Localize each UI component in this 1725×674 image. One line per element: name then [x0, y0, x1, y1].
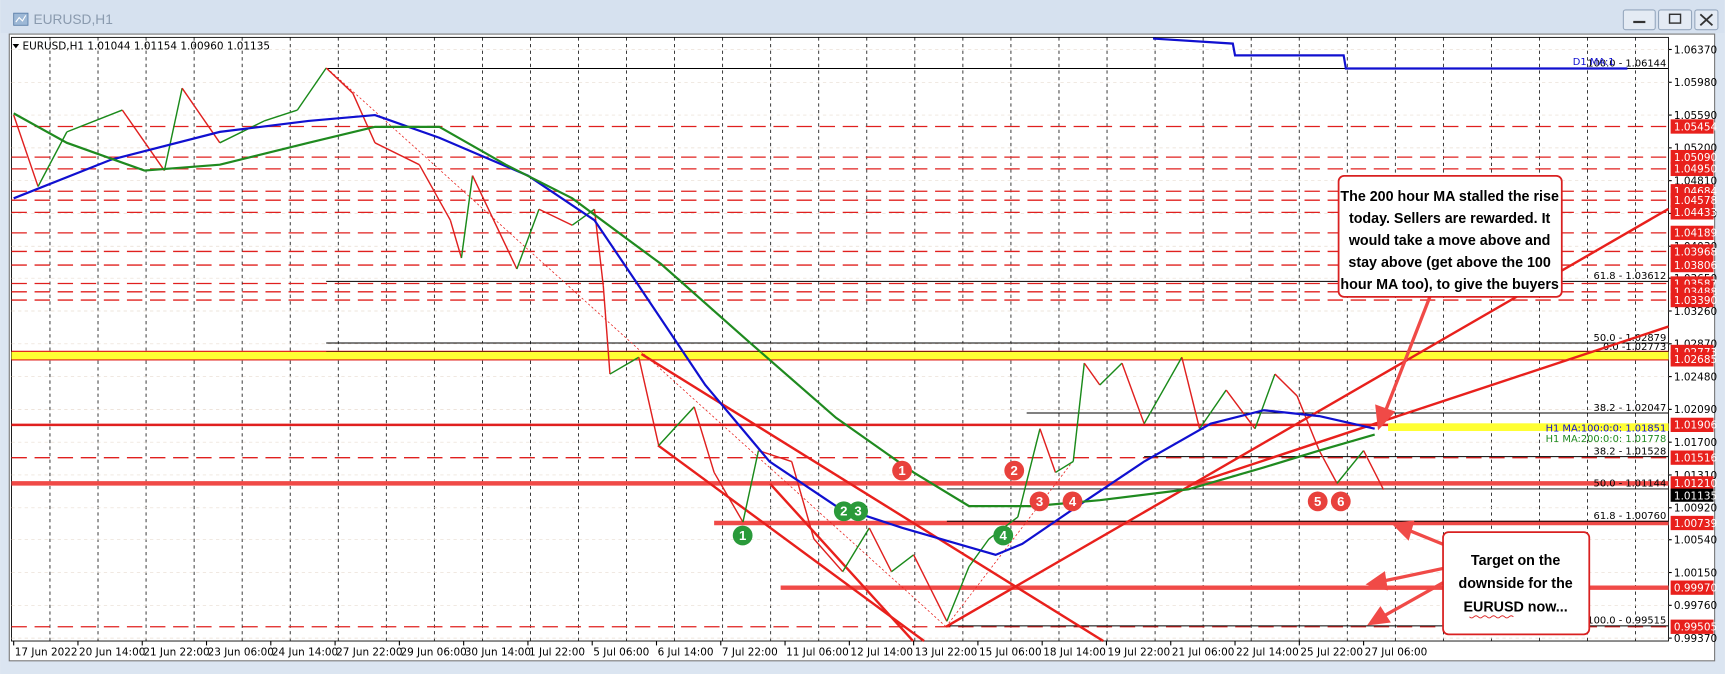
- y-tick-label: 0.99370: [1674, 633, 1717, 645]
- marker-red-3: 3: [1029, 491, 1050, 512]
- level-price-label: 1.03390: [1674, 295, 1717, 307]
- h1-ma100-label: H1 MA:100:0:0: 1.01851: [1546, 424, 1667, 435]
- y-tick-label: 1.02480: [1674, 371, 1717, 383]
- x-tick-label: 24 Jun 14:00: [272, 646, 338, 658]
- level-price-label: 1.04433: [1674, 207, 1717, 219]
- level-price-label: 1.04189: [1674, 228, 1717, 240]
- y-tick-label: 1.05980: [1674, 77, 1717, 89]
- target-note: Target on the downside for the EURUSD now.…: [1442, 531, 1591, 636]
- x-tick-label: 11 Jul 06:00: [786, 646, 849, 658]
- x-tick-label: 27 Jul 06:00: [1365, 646, 1428, 658]
- level-price-label: 0.99505: [1674, 622, 1717, 634]
- title-bar[interactable]: [0, 0, 1725, 33]
- y-tick-label: 1.00920: [1674, 503, 1717, 515]
- x-tick-label: 30 Jun 14:00: [465, 646, 531, 658]
- x-tick-label: 15 Jul 06:00: [979, 646, 1042, 658]
- svg-text:5: 5: [1314, 494, 1321, 509]
- marker-red-2: 2: [1004, 460, 1025, 481]
- y-tick-label: 1.03260: [1674, 306, 1717, 318]
- y-tick-label: 1.01700: [1674, 437, 1717, 449]
- marker-red-5: 5: [1307, 491, 1328, 512]
- x-tick-label: 20 Jun 14:00: [79, 646, 145, 658]
- restore-button[interactable]: [1657, 9, 1693, 31]
- ma-stall-note: The 200 hour MA stalled the rise today. S…: [1337, 175, 1563, 298]
- current-price-label: 1.01135: [1674, 491, 1717, 503]
- y-tick-label: 1.00150: [1674, 567, 1717, 579]
- x-tick-label: 6 Jul 14:00: [658, 646, 714, 658]
- mt4-chart-window: EURUSD,H1 100.0 - 1.0614461.8 - 1.036125…: [0, 0, 1725, 674]
- level-price-label: 0.99970: [1674, 583, 1717, 595]
- level-price-label: 1.04950: [1674, 164, 1717, 176]
- fib-label: 100.0 - 0.99515: [1587, 616, 1666, 627]
- x-tick-label: 29 Jun 06:00: [400, 646, 466, 658]
- fib-label: 61.8 - 1.03612: [1594, 271, 1667, 282]
- level-price-label: 1.00739: [1674, 518, 1717, 530]
- x-tick-label: 19 Jul 22:00: [1108, 646, 1171, 658]
- marker-red-6: 6: [1330, 491, 1351, 512]
- svg-text:Target on thedownside for theE: Target on the downside for the EURUSD now.…: [1458, 553, 1572, 615]
- x-tick-label: 18 Jul 14:00: [1043, 646, 1106, 658]
- x-tick-label: 22 Jul 14:00: [1236, 646, 1299, 658]
- x-tick-label: 12 Jul 14:00: [850, 646, 913, 658]
- y-tick-label: 1.06370: [1674, 44, 1717, 56]
- svg-text:The 200 hour MA stalled the ri: The 200 hour MA stalled the rise today. S…: [1340, 189, 1559, 293]
- level-price-label: 1.01906: [1674, 420, 1717, 432]
- fib-label: 61.8 - 1.00760: [1594, 511, 1667, 522]
- svg-text:4: 4: [1000, 528, 1008, 543]
- h1-ma200-label: H1 MA:200:0:0: 1.01778: [1546, 434, 1667, 445]
- minimize-button[interactable]: [1622, 9, 1656, 31]
- x-tick-label: 13 Jul 22:00: [915, 646, 978, 658]
- svg-text:4: 4: [1069, 494, 1077, 509]
- x-tick-label: 21 Jun 22:00: [143, 646, 209, 658]
- marker-red-4: 4: [1062, 491, 1083, 512]
- svg-text:1: 1: [898, 463, 905, 478]
- marker-green-3: 3: [848, 501, 868, 522]
- level-price-label: 1.01516: [1674, 453, 1717, 465]
- d1-ma-label: D1 MA:1: [1573, 57, 1615, 68]
- y-tick-label: 1.00540: [1674, 535, 1717, 547]
- svg-text:6: 6: [1337, 494, 1344, 509]
- x-tick-label: 23 Jun 06:00: [208, 646, 274, 658]
- svg-text:2: 2: [840, 504, 847, 519]
- svg-text:2: 2: [1011, 463, 1018, 478]
- level-price-label: 1.05454: [1674, 121, 1718, 133]
- chart-window-icon: [13, 12, 29, 26]
- svg-text:3: 3: [1036, 494, 1043, 509]
- x-tick-label: 5 Jul 06:00: [593, 646, 649, 658]
- y-tick-label: 1.02090: [1674, 404, 1717, 416]
- x-tick-label: 27 Jun 22:00: [336, 646, 402, 658]
- close-button[interactable]: [1694, 9, 1719, 31]
- level-price-label: 1.03806: [1674, 260, 1717, 272]
- x-tick-label: 21 Jul 06:00: [1172, 646, 1235, 658]
- level-price-label: 1.02685: [1674, 354, 1717, 366]
- svg-text:3: 3: [854, 504, 861, 519]
- x-tick-label: 1 Jul 22:00: [529, 646, 585, 658]
- minimize-icon: [1633, 20, 1646, 24]
- marker-red-1: 1: [892, 460, 912, 481]
- fib-label: 0.0 -1.02773: [1603, 342, 1666, 353]
- marker-green-1: 1: [732, 525, 753, 546]
- x-tick-label: 17 Jun 2022: [15, 646, 78, 658]
- svg-text:1: 1: [739, 528, 746, 543]
- window-title: EURUSD,H1: [33, 12, 112, 27]
- fib-label: 38.2 - 1.02047: [1594, 403, 1667, 414]
- y-tick-label: 0.99760: [1674, 600, 1717, 612]
- x-tick-label: 25 Jul 22:00: [1300, 646, 1363, 658]
- x-tick-label: 7 Jul 22:00: [722, 646, 778, 658]
- fib-label: 38.2 - 1.01528: [1594, 446, 1667, 457]
- level-price-label: 1.01210: [1674, 478, 1717, 490]
- marker-green-4: 4: [993, 525, 1014, 546]
- ohlc-readout: EURUSD,H1 1.01044 1.01154 1.00960 1.0113…: [22, 40, 270, 52]
- level-price-label: 1.03968: [1674, 246, 1717, 258]
- fib-label: 50.0 - 1.01144: [1594, 479, 1667, 490]
